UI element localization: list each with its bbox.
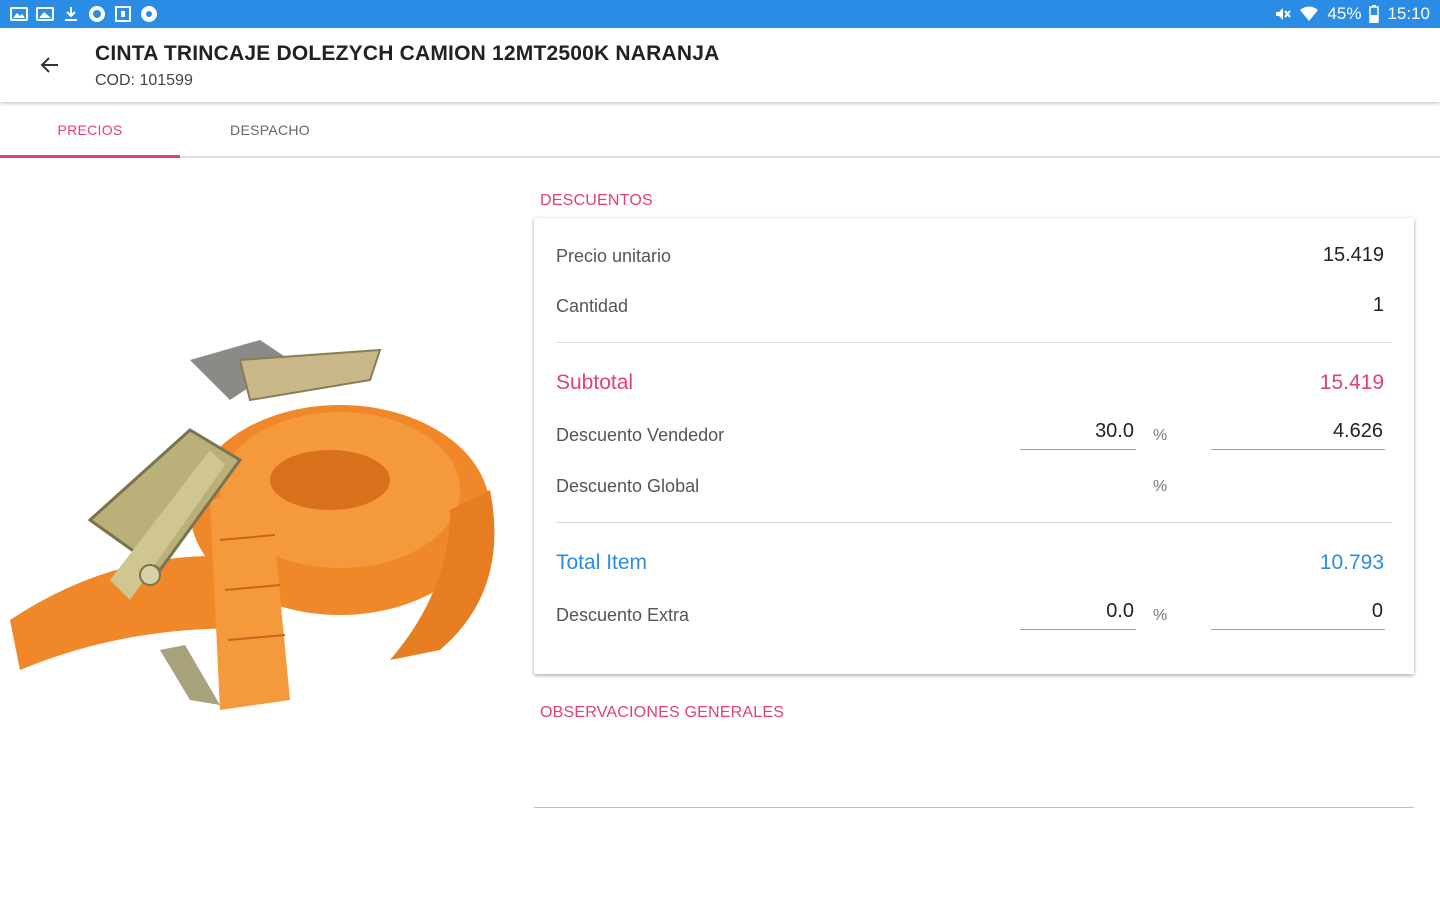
observaciones-header: OBSERVACIONES GENERALES	[540, 704, 785, 721]
chrome-icon	[141, 6, 157, 22]
download-icon	[65, 7, 77, 21]
descuentos-card: Precio unitario 15.419 Cantidad 1 Subtot…	[534, 218, 1414, 674]
descuento-vendedor-label: Descuento Vendedor	[556, 425, 725, 445]
cantidad-label: Cantidad	[556, 296, 629, 316]
descuento-global-label: Descuento Global	[556, 476, 700, 496]
image-icon	[36, 7, 54, 21]
precio-unitario-label: Precio unitario	[556, 246, 672, 266]
mute-icon	[1276, 8, 1292, 20]
calendar-icon	[115, 6, 131, 22]
app-circle-icon	[89, 6, 105, 22]
notification-icons	[10, 5, 158, 23]
divider	[556, 342, 1392, 343]
descuentos-header: DESCUENTOS	[540, 192, 653, 209]
arrow-back-icon	[40, 57, 58, 73]
product-image	[10, 340, 495, 710]
tab-bar: PRECIOS DESPACHO	[0, 103, 1440, 158]
product-code: COD: 101599	[95, 72, 193, 89]
photo-icon	[10, 7, 28, 21]
descuento-extra-percent-input[interactable]: 0.0	[1020, 600, 1136, 630]
product-title: CINTA TRINCAJE DOLEZYCH CAMION 12MT2500K…	[95, 42, 720, 65]
subtotal-label: Subtotal	[556, 371, 634, 394]
status-bar: 45% 15:10	[0, 0, 1440, 28]
observaciones-input[interactable]	[534, 807, 1414, 808]
cantidad-value: 1	[1372, 294, 1384, 316]
precio-unitario-value: 15.419	[1322, 244, 1384, 266]
descuento-vendedor-percent-input[interactable]: 30.0	[1020, 420, 1136, 450]
tab-precios[interactable]: PRECIOS	[0, 103, 180, 156]
battery-percent: 45%	[1327, 4, 1362, 23]
descuento-vendedor-amount-input[interactable]: 4.626	[1211, 420, 1385, 450]
tab-indicator	[0, 155, 180, 158]
total-item-label: Total Item	[556, 551, 648, 574]
app-bar: CINTA TRINCAJE DOLEZYCH CAMION 12MT2500K…	[0, 28, 1440, 102]
clock: 15:10	[1387, 4, 1430, 23]
wifi-icon	[1300, 6, 1319, 21]
total-item-value: 10.793	[1319, 551, 1384, 574]
divider	[556, 522, 1392, 523]
subtotal-value: 15.419	[1319, 371, 1384, 394]
percent-symbol: %	[1153, 607, 1168, 624]
status-indicators: 45% 15:10	[1273, 4, 1430, 24]
back-button[interactable]	[30, 45, 70, 85]
tab-despacho[interactable]: DESPACHO	[180, 103, 360, 156]
descuento-extra-amount-input[interactable]: 0	[1211, 600, 1385, 630]
descuento-extra-label: Descuento Extra	[556, 605, 690, 625]
percent-symbol: %	[1153, 478, 1168, 495]
percent-symbol: %	[1153, 427, 1168, 444]
battery-icon	[1369, 5, 1380, 23]
